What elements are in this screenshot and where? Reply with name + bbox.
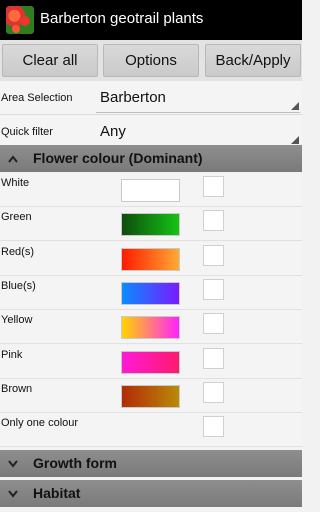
quick-filter-row: Quick filter Any — [0, 115, 302, 149]
colour-row: Blue(s) — [0, 275, 302, 310]
habitat-title: Habitat — [33, 485, 81, 501]
colour-row: Yellow — [0, 310, 302, 345]
area-selection-value: Barberton — [100, 89, 166, 106]
colour-checkbox[interactable] — [203, 416, 224, 438]
clear-all-button[interactable]: Clear all — [2, 44, 98, 77]
colour-swatch — [121, 247, 180, 271]
growth-form-header[interactable]: Growth form — [0, 450, 302, 477]
flower-colour-header[interactable]: Flower colour (Dominant) — [0, 145, 302, 172]
colour-row: Only one colour — [0, 413, 302, 448]
colour-label: Brown — [1, 382, 33, 395]
colour-checkbox[interactable] — [203, 278, 224, 300]
colour-row: Red(s) — [0, 241, 302, 276]
colour-checkbox[interactable] — [203, 244, 224, 266]
button-bar: Clear all Options Back/Apply — [0, 40, 302, 81]
colour-swatch — [121, 316, 180, 340]
colour-label: Only one colour — [1, 417, 79, 430]
area-selection-label: Area Selection — [1, 92, 73, 104]
colour-swatch — [121, 179, 180, 202]
dropdown-corner-icon — [291, 136, 299, 144]
colour-swatch — [121, 350, 180, 374]
colour-checkbox[interactable] — [203, 381, 224, 403]
colour-swatch — [121, 281, 180, 305]
app-window: Barberton geotrail plants Clear all Opti… — [0, 0, 302, 512]
colour-swatch — [121, 384, 180, 408]
quick-filter-label: Quick filter — [1, 126, 53, 138]
colour-label: Red(s) — [1, 245, 35, 258]
colour-label: Yellow — [1, 314, 33, 327]
colour-row: Pink — [0, 344, 302, 379]
title-bar: Barberton geotrail plants — [0, 0, 302, 40]
app-title: Barberton geotrail plants — [40, 10, 204, 27]
colour-label: White — [1, 177, 30, 189]
back-apply-button[interactable]: Back/Apply — [205, 44, 301, 77]
colour-row: Brown — [0, 378, 302, 413]
colour-checkbox[interactable] — [203, 210, 224, 232]
quick-filter-value: Any — [100, 123, 126, 140]
colour-checkbox[interactable] — [203, 313, 224, 335]
options-button[interactable]: Options — [103, 44, 199, 77]
colour-row: White — [0, 173, 302, 207]
colour-label: Pink — [1, 348, 23, 361]
plant-photo-icon — [6, 6, 34, 34]
area-selection-spinner[interactable]: Barberton — [96, 83, 300, 113]
area-selection-row: Area Selection Barberton — [0, 81, 302, 115]
colour-swatch — [121, 213, 180, 237]
flower-colour-title: Flower colour (Dominant) — [33, 150, 203, 166]
chevron-up-icon — [8, 155, 18, 163]
colour-checkbox[interactable] — [203, 176, 224, 197]
colour-label: Blue(s) — [1, 279, 36, 292]
growth-form-title: Growth form — [33, 455, 117, 471]
colour-label: Green — [1, 211, 32, 224]
chevron-down-icon — [8, 490, 18, 498]
quick-filter-spinner[interactable]: Any — [96, 117, 300, 147]
colour-checkbox[interactable] — [203, 347, 224, 369]
dropdown-corner-icon — [291, 102, 299, 110]
colour-row: Green — [0, 207, 302, 242]
chevron-down-icon — [8, 460, 18, 468]
habitat-header[interactable]: Habitat — [0, 480, 302, 507]
